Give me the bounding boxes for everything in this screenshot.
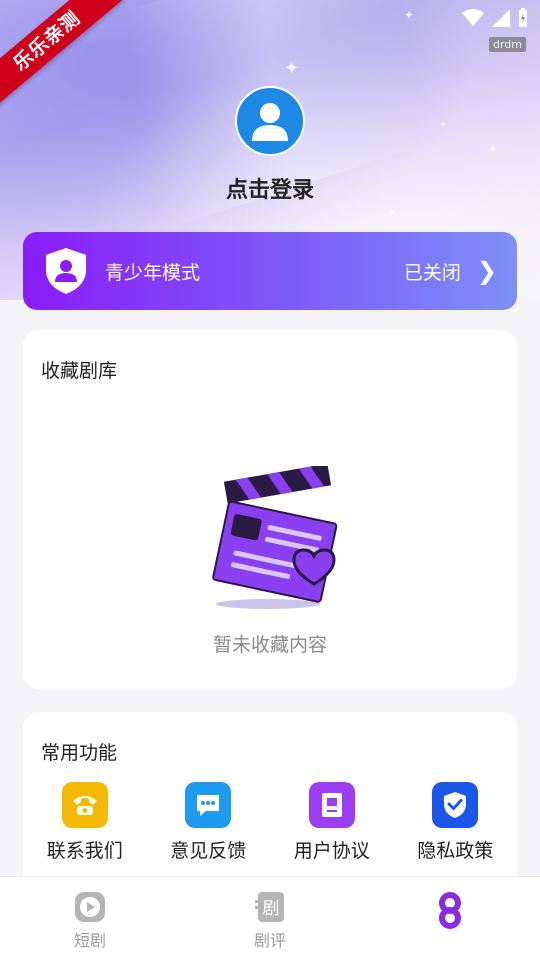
func-label: 隐私政策 [417,840,494,862]
chevron-right-icon: ❯ [476,257,497,285]
tab-label: 短剧 [73,931,106,950]
phone-icon [61,782,108,828]
signal-icon [492,9,510,27]
status-bar-icons [462,8,528,28]
func-label: 意见反馈 [170,840,247,862]
battery-icon [519,8,527,27]
clapperboard-icon [212,466,338,609]
contact-us-button[interactable]: 联系我们 [23,782,147,863]
mine-icon [439,892,461,929]
tab-label: 剧评 [253,931,286,950]
tab-review[interactable]: 剧 剧评 [180,877,360,960]
privacy-policy-button[interactable]: 隐私政策 [394,782,518,863]
bottom-tab-bar: 短剧 剧 剧评 [0,876,540,960]
teen-mode-title: 青少年模式 [105,261,201,284]
tab-mine[interactable] [360,877,540,960]
avatar[interactable] [235,86,305,156]
feedback-button[interactable]: 意见反馈 [147,782,271,863]
user-agreement-button[interactable]: 用户协议 [270,782,394,863]
sparkle-icon: ✦ [440,120,447,129]
review-icon: 剧 [255,892,284,922]
status-tag: drdm [488,37,526,52]
teen-mode-banner[interactable]: 青少年模式 已关闭 ❯ [23,232,517,310]
user-icon [252,103,288,141]
svg-text:剧: 剧 [263,899,280,919]
func-label: 用户协议 [293,840,370,862]
document-icon [308,782,355,828]
functions-title: 常用功能 [41,742,118,764]
shield-check-icon [432,782,479,828]
func-label: 联系我们 [46,840,123,862]
wifi-icon [462,9,484,26]
sparkle-icon: ✦ [404,8,415,22]
sparkle-icon: ✦ [488,142,499,156]
empty-favorites-text: 暂未收藏内容 [212,634,327,656]
sparkle-icon: ✦ [386,206,397,220]
login-link[interactable]: 点击登录 [0,172,540,204]
teen-mode-status: 已关闭 [403,261,461,284]
shield-user-icon [46,248,86,294]
play-icon [75,892,105,922]
favorites-card: 收藏剧库 暂未收藏内容 [23,330,517,689]
chat-icon [185,782,232,828]
sparkle-icon: ✦ [284,58,300,79]
tab-short-drama[interactable]: 短剧 [0,877,180,960]
favorites-title: 收藏剧库 [41,360,118,382]
